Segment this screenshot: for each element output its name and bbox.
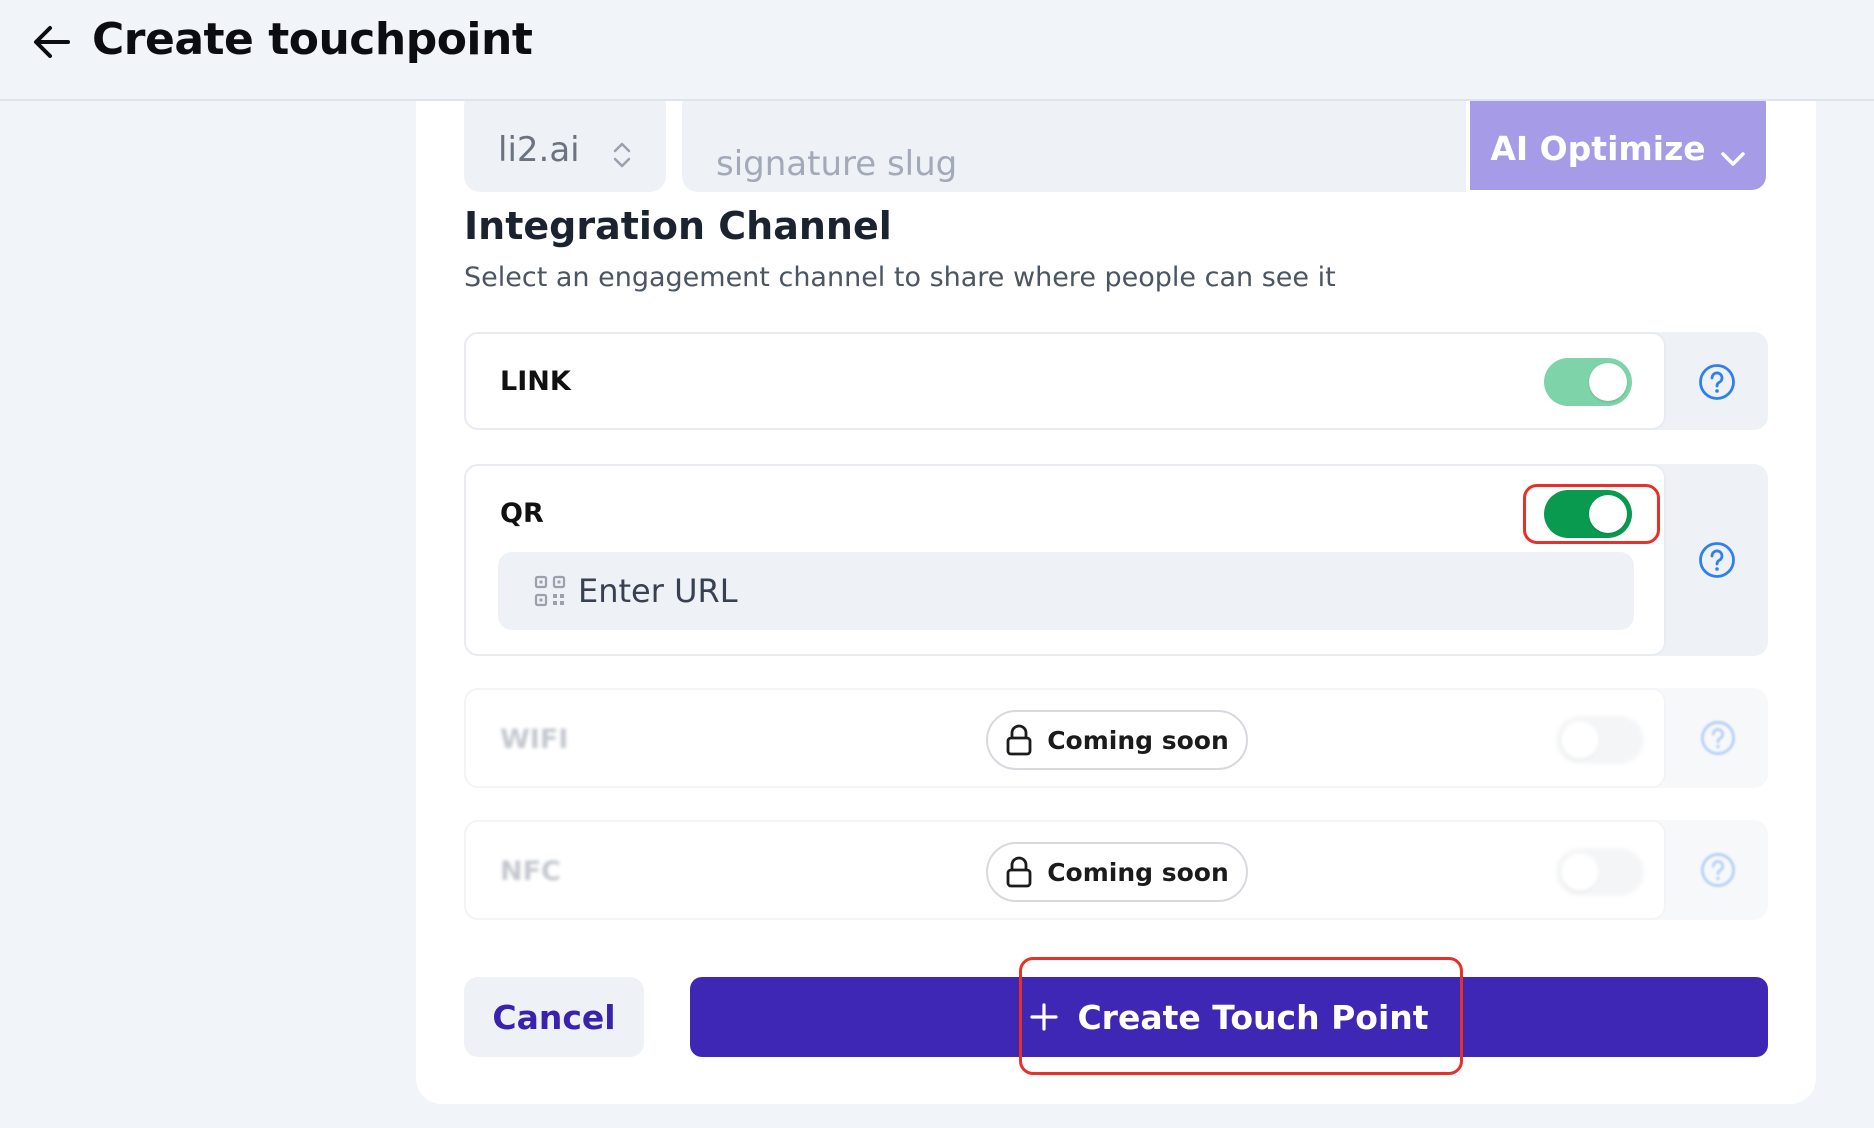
slug-input[interactable]	[682, 90, 1466, 192]
plus-icon	[1030, 1003, 1059, 1031]
channel-label: WIFI	[500, 724, 569, 755]
arrow-left-icon	[34, 26, 70, 58]
coming-soon-label: Coming soon	[1047, 857, 1229, 887]
page-header: Create touchpoint	[0, 0, 1874, 101]
coming-soon-badge: Coming soon	[986, 710, 1248, 770]
cancel-button[interactable]: Cancel	[464, 977, 644, 1057]
create-touchpoint-button[interactable]: Create Touch Point	[690, 977, 1768, 1057]
chevron-up-down-icon	[613, 142, 631, 168]
back-button[interactable]	[28, 22, 76, 62]
wifi-toggle[interactable]	[1556, 716, 1644, 764]
qr-code-icon	[534, 575, 566, 607]
channel-label: QR	[500, 498, 544, 529]
nfc-toggle[interactable]	[1556, 848, 1644, 896]
channel-qr: QR	[464, 464, 1768, 656]
ai-optimize-label: AI Optimize	[1490, 129, 1706, 168]
qr-url-field[interactable]	[498, 552, 1634, 630]
coming-soon-label: Coming soon	[1047, 725, 1229, 755]
channel-label: NFC	[500, 856, 561, 887]
chevron-down-icon	[1720, 152, 1745, 166]
help-icon[interactable]	[1698, 363, 1736, 401]
coming-soon-badge: Coming soon	[986, 842, 1248, 902]
channel-wifi: WIFI Coming soon	[464, 688, 1768, 788]
ai-optimize-button[interactable]: AI Optimize	[1470, 90, 1766, 190]
form-card: li2.ai AI Optimize Integration Channel S…	[416, 40, 1816, 1104]
qr-toggle[interactable]	[1544, 490, 1632, 538]
lock-icon	[1006, 724, 1032, 756]
channel-link: LINK	[464, 332, 1768, 430]
section-title: Integration Channel	[464, 204, 892, 248]
channel-nfc: NFC Coming soon	[464, 820, 1768, 920]
section-subtitle: Select an engagement channel to share wh…	[464, 262, 1336, 293]
help-icon[interactable]	[1700, 720, 1736, 756]
channel-label: LINK	[500, 366, 571, 397]
qr-url-input[interactable]	[578, 552, 1618, 630]
help-icon[interactable]	[1698, 541, 1736, 579]
lock-icon	[1006, 856, 1032, 888]
help-icon[interactable]	[1700, 852, 1736, 888]
page-title: Create touchpoint	[92, 14, 533, 65]
link-toggle[interactable]	[1544, 358, 1632, 406]
domain-select[interactable]: li2.ai	[464, 90, 666, 192]
domain-value: li2.ai	[498, 130, 580, 170]
create-touchpoint-label: Create Touch Point	[1077, 997, 1429, 1037]
